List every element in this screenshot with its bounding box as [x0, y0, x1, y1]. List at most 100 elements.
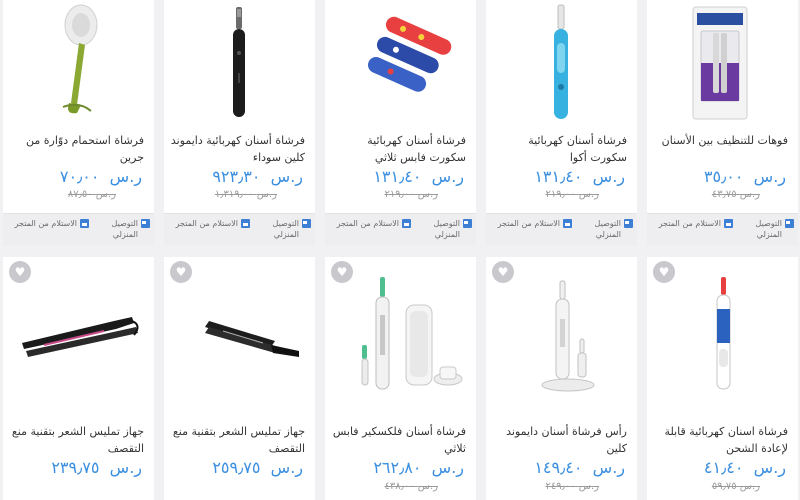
product-card[interactable]: ♥ رأس فرشاة أسنان دايموند كلين ر.س ١٤٩٫٤…	[486, 257, 637, 500]
product-card[interactable]: فرشاة أسنان كهربائية دايموند كلين سوداء …	[164, 0, 315, 246]
price-value: ٣٥٫٠٠	[703, 167, 744, 186]
aqua-toothbrush-image	[553, 4, 568, 119]
product-image[interactable]	[164, 257, 315, 412]
old-price: ر.س ٢٤٩٫٠٠	[545, 481, 599, 492]
rechargeable-toothbrush-image	[716, 276, 730, 389]
product-card[interactable]: ♥ جهاز تمليس الشعر بتقنية منع التقصف ر.س…	[3, 257, 154, 500]
store-icon	[241, 219, 250, 228]
price-value: ١٣١٫٤٠	[534, 167, 583, 186]
old-price-value: ٢١٩٫٠٠	[545, 189, 576, 200]
kids-toothbrush-heads-image	[367, 16, 451, 92]
product-name[interactable]: فرشاة اسنان كهربائية قابلة لإعادة الشحن	[653, 423, 788, 457]
product-name[interactable]: فرشاة استحمام دوّارة من جرين	[9, 132, 144, 166]
product-card[interactable]: فوهات للتنظيف بين الأسنان ر.س ٣٥٫٠٠ ر.س …	[647, 0, 798, 246]
flexcare-toothbrush-set-image	[361, 276, 462, 389]
old-price: ر.س ١٫٣١٩٫٠٠	[215, 189, 277, 200]
product-name[interactable]: فرشاة أسنان كهربائية سكورت أكوا	[492, 132, 627, 166]
product-name[interactable]: فرشاة أسنان كهربائية دايموند كلين سوداء	[170, 132, 305, 166]
currency-label: ر.س	[109, 167, 142, 186]
price-value: ١٣١٫٤٠	[373, 167, 422, 186]
home-delivery-option: التوصيل المنزلي	[251, 218, 311, 240]
currency-label: ر.س	[417, 481, 438, 492]
product-image[interactable]	[3, 257, 154, 412]
product-card[interactable]: ♥ فرشاة أسنان فلكسكير فابس ثلاثي ر.س ٢٦٢…	[325, 257, 476, 500]
old-price-value: ٢٤٩٫٠٠	[545, 481, 576, 492]
product-price: ر.س ٤١٫٤٠	[704, 458, 786, 477]
currency-label: ر.س	[753, 458, 786, 477]
truck-icon	[141, 219, 150, 228]
store-pickup-label: الاستلام من المتجر	[175, 219, 238, 228]
store-pickup-option: الاستلام من المتجر	[329, 218, 411, 229]
currency-label: ر.س	[431, 458, 464, 477]
old-price-value: ١٫٣١٩٫٠٠	[214, 189, 254, 200]
product-price: ر.س ٢٣٩٫٧٥	[51, 458, 142, 477]
currency-label: ر.س	[109, 458, 142, 477]
home-delivery-option: التوصيل المنزلي	[734, 218, 794, 240]
truck-icon	[463, 219, 472, 228]
currency-label: ر.س	[417, 189, 438, 200]
store-pickup-option: الاستلام من المتجر	[651, 218, 733, 229]
old-price-value: ٥٩٫٧٥	[711, 481, 737, 492]
nozzle-pack-image	[692, 6, 747, 119]
bath-brush-image	[62, 4, 97, 113]
product-image[interactable]	[164, 0, 315, 125]
currency-label: ر.س	[578, 189, 599, 200]
old-price-value: ٤٣٨٫٠٠	[384, 481, 415, 492]
store-pickup-label: الاستلام من المتجر	[336, 219, 399, 228]
product-card[interactable]: فرشاة أسنان كهربائية سكورت فابس ثلاثي ر.…	[325, 0, 476, 246]
old-price: ر.س ٤٣٫٧٥	[712, 189, 760, 200]
home-delivery-option: التوصيل المنزلي	[412, 218, 472, 240]
product-image[interactable]	[486, 257, 637, 412]
product-card[interactable]: فرشاة استحمام دوّارة من جرين ر.س ٧٠٫٠٠ ر…	[3, 0, 154, 246]
price-value: ٢٣٩٫٧٥	[51, 458, 100, 477]
currency-label: ر.س	[578, 481, 599, 492]
store-pickup-option: الاستلام من المتجر	[168, 218, 250, 229]
store-pickup-label: الاستلام من المتجر	[658, 219, 721, 228]
store-icon	[402, 219, 411, 228]
product-name[interactable]: رأس فرشاة أسنان دايموند كلين	[492, 423, 627, 457]
currency-label: ر.س	[431, 167, 464, 186]
product-price: ر.س ١٣١٫٤٠	[373, 167, 464, 186]
product-image[interactable]	[325, 257, 476, 412]
product-price: ر.س ١٤٩٫٤٠	[534, 458, 625, 477]
price-value: ١٤٩٫٤٠	[534, 458, 583, 477]
currency-label: ر.س	[592, 458, 625, 477]
home-delivery-option: التوصيل المنزلي	[90, 218, 150, 240]
product-price: ر.س ٧٠٫٠٠	[60, 167, 142, 186]
product-image[interactable]	[325, 0, 476, 125]
product-name[interactable]: فرشاة أسنان فلكسكير فابس ثلاثي	[331, 423, 466, 457]
product-image[interactable]	[486, 0, 637, 125]
product-name[interactable]: فرشاة أسنان كهربائية سكورت فابس ثلاثي	[331, 132, 466, 166]
currency-label: ر.س	[753, 167, 786, 186]
price-value: ٧٠٫٠٠	[59, 167, 100, 186]
delivery-options: التوصيل المنزلي الاستلام من المتجر	[164, 213, 315, 246]
currency-label: ر.س	[270, 458, 303, 477]
currency-label: ر.س	[270, 167, 303, 186]
product-card[interactable]: فرشاة أسنان كهربائية سكورت أكوا ر.س ١٣١٫…	[486, 0, 637, 246]
store-pickup-option: الاستلام من المتجر	[7, 218, 89, 229]
home-delivery-label: التوصيل المنزلي	[433, 219, 460, 239]
product-name[interactable]: فوهات للتنظيف بين الأسنان	[653, 132, 788, 149]
product-card[interactable]: ♥ فرشاة اسنان كهربائية قابلة لإعادة الشح…	[647, 257, 798, 500]
product-image[interactable]	[647, 257, 798, 412]
old-price-value: ٢١٩٫٠٠	[384, 189, 415, 200]
price-value: ٩٢٣٫٣٠	[212, 167, 261, 186]
store-pickup-label: الاستلام من المتجر	[14, 219, 77, 228]
store-icon	[724, 219, 733, 228]
product-image[interactable]	[3, 0, 154, 125]
product-name[interactable]: جهاز تمليس الشعر بتقنية منع التقصف	[9, 423, 144, 457]
product-name[interactable]: جهاز تمليس الشعر بتقنية منع التقصف	[170, 423, 305, 457]
delivery-options: التوصيل المنزلي الاستلام من المتجر	[647, 213, 798, 246]
currency-label: ر.س	[592, 167, 625, 186]
black-toothbrush-image	[232, 6, 245, 117]
product-price: ر.س ٢٦٢٫٨٠	[373, 458, 464, 477]
currency-label: ر.س	[739, 481, 760, 492]
product-grid: فرشاة استحمام دوّارة من جرين ر.س ٧٠٫٠٠ ر…	[0, 0, 800, 500]
product-image[interactable]	[647, 0, 798, 125]
hair-straightener-image	[21, 316, 138, 357]
store-icon	[563, 219, 572, 228]
product-card[interactable]: ♥ جهاز تمليس الشعر بتقنية منع التقصف ر.س…	[164, 257, 315, 500]
old-price-value: ٨٧٫٥٠	[67, 189, 93, 200]
old-price: ر.س ٥٩٫٧٥	[712, 481, 760, 492]
old-price: ر.س ٢١٩٫٠٠	[384, 189, 438, 200]
